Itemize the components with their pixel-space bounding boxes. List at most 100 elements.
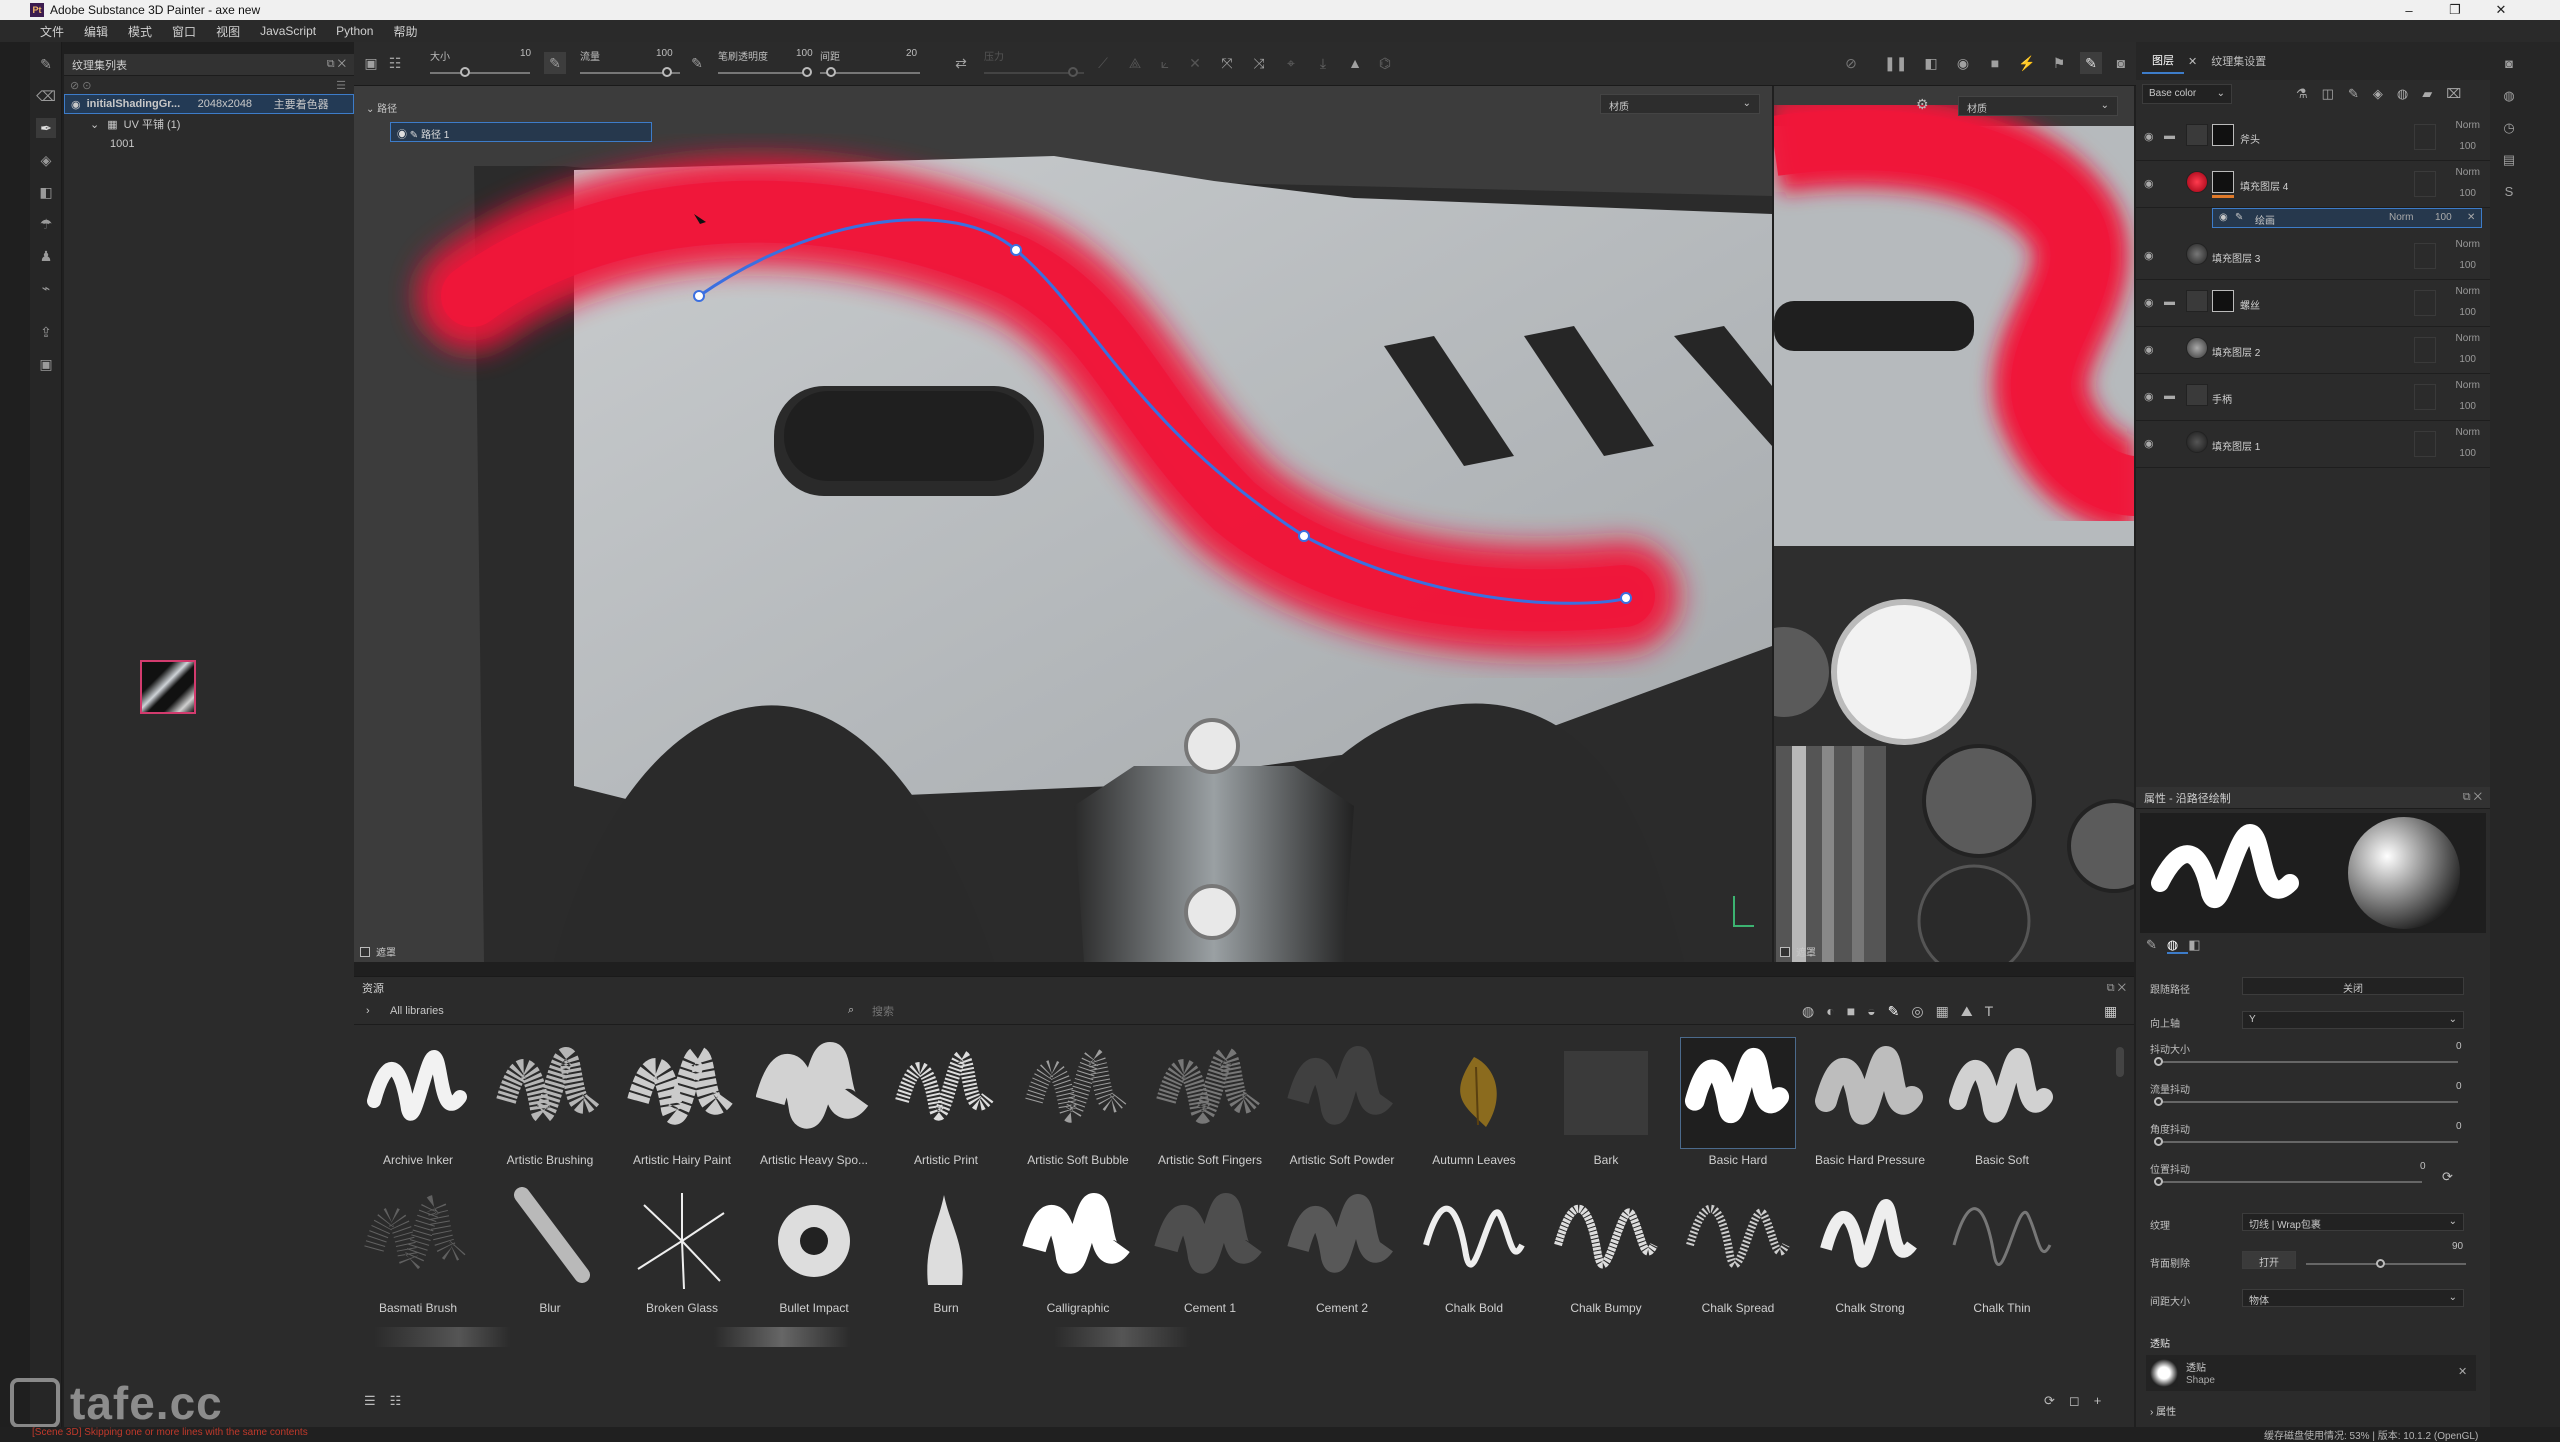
clone-stamp-icon[interactable]: ♟	[36, 246, 56, 266]
flow-slider-knob[interactable]	[662, 67, 672, 77]
mask-effect-row[interactable]: ◉ ✎ 绘画 Norm 100 ✕	[2212, 208, 2482, 228]
layer-blend[interactable]: Norm	[2456, 167, 2480, 178]
brush-item[interactable]: Artistic Heavy Spo...	[750, 1031, 872, 1171]
path-control-point[interactable]	[1298, 530, 1310, 542]
layer-opacity[interactable]: 100	[2459, 307, 2476, 318]
stencil-tab-icon[interactable]: ◧	[2188, 937, 2210, 952]
layer-row[interactable]: ◉ ▬ 斧头 Norm 100	[2136, 114, 2490, 161]
path-paint-icon[interactable]: ✒	[36, 118, 56, 138]
uv-tile-item[interactable]: 1001	[64, 134, 354, 154]
close-icon[interactable]: ✕	[2458, 1365, 2467, 1378]
menu-javascript[interactable]: JavaScript	[260, 24, 316, 38]
search-input[interactable]	[872, 1002, 1272, 1022]
path-control-point[interactable]	[1620, 592, 1632, 604]
scrollbar[interactable]	[2116, 1047, 2124, 1077]
settings-sliders-icon[interactable]: ☷	[384, 52, 406, 74]
brush-item[interactable]: Basmati Brush	[354, 1179, 476, 1319]
add-fill-layer-icon[interactable]: ◈	[2373, 86, 2397, 101]
lazy-mouse-icon[interactable]: ⌬	[1374, 52, 1396, 74]
backface-culling-toggle[interactable]: 打开	[2242, 1251, 2296, 1269]
add-effect-icon[interactable]: ⚗	[2296, 86, 2322, 101]
uv-settings-icon[interactable]: ⚙	[1916, 96, 1929, 113]
spacing-slider-knob[interactable]	[826, 67, 836, 77]
brush-item[interactable]: Basic Soft	[1938, 1031, 2060, 1171]
brush-item[interactable]: Chalk Bumpy	[1542, 1179, 1664, 1319]
chevron-down-icon[interactable]: ⌄	[366, 104, 377, 115]
hide-icon[interactable]: ⊘	[1840, 52, 1862, 74]
brush-item[interactable]: Basic Hard Pressure	[1806, 1031, 1928, 1171]
effect-blend[interactable]: Norm	[2389, 212, 2413, 223]
backface-culling-knob[interactable]	[2376, 1259, 2385, 1268]
chart-icon[interactable]: ⚡	[2016, 52, 2038, 74]
polygon-fill-icon[interactable]: ◧	[36, 182, 56, 202]
brush-item[interactable]: Artistic Soft Powder	[1278, 1031, 1400, 1171]
text-filter-icon[interactable]: T	[1985, 1003, 2006, 1019]
eye-icon[interactable]: ◉	[71, 98, 81, 111]
menu-icon[interactable]: ☰	[336, 79, 346, 92]
particle-filter-icon[interactable]: ◎	[1911, 1003, 1935, 1019]
camera-icon[interactable]: ◙	[2500, 56, 2518, 74]
layer-row[interactable]: ◉ 填充图层 4 Norm 100	[2136, 161, 2490, 208]
path-section[interactable]: ⌄ 路径	[366, 100, 397, 115]
brush-item-selected[interactable]: Basic Hard	[1674, 1031, 1796, 1171]
layer-opacity[interactable]: 100	[2459, 401, 2476, 412]
library-name[interactable]: All libraries	[390, 1005, 444, 1017]
add-folder-icon[interactable]: ▰	[2422, 86, 2446, 101]
layer-mask[interactable]	[2212, 124, 2234, 146]
texture-set-shader[interactable]: 主要着色器	[274, 96, 329, 112]
projection-icon[interactable]: ◈	[36, 150, 56, 170]
minimize-button[interactable]: –	[2386, 0, 2432, 20]
viewport-3d-scene[interactable]	[354, 86, 1772, 962]
smart-material-filter-icon[interactable]: ◐	[1826, 1003, 1846, 1019]
path-flatten-icon[interactable]: ⤓	[1312, 52, 1334, 74]
menu-python[interactable]: Python	[336, 24, 373, 38]
brush-item[interactable]: Burn	[882, 1179, 1004, 1319]
viewport-2d-mask-toggle[interactable]: 遮罩	[1780, 944, 1816, 959]
eye-icon[interactable]: ◉	[397, 130, 410, 141]
viewport-3d-material-dropdown[interactable]: 材质 ⌄	[1600, 94, 1760, 114]
eye-icon[interactable]: ◉	[2144, 249, 2154, 262]
tree-view-icon[interactable]: ☷	[390, 1393, 416, 1408]
layer-mask[interactable]	[2212, 290, 2234, 312]
layer-opacity[interactable]: 100	[2459, 141, 2476, 152]
history-icon[interactable]: ◷	[2500, 120, 2518, 138]
path-control-point[interactable]	[1010, 244, 1022, 256]
layer-row[interactable]: ◉ ▬ 螺丝 Norm 100	[2136, 280, 2490, 327]
uv-tile-group[interactable]: ⌄ ▦ UV 平铺 (1)	[64, 114, 354, 134]
menu-help[interactable]: 帮助	[393, 23, 417, 40]
maximize-button[interactable]: ❐	[2432, 0, 2478, 20]
material-filter-icon[interactable]: ◍	[1802, 1003, 1826, 1019]
viewport-3d[interactable]: ⌄ 路径 ◉ ✎ 路径 1 材质 ⌄ 遮罩	[354, 86, 1772, 962]
image-filter-icon[interactable]: ⛰	[1961, 1003, 1985, 1019]
mask-checkbox[interactable]	[360, 946, 370, 957]
eraser-icon[interactable]: ⌫	[36, 86, 56, 106]
eye-icon[interactable]: ◉	[2144, 343, 2154, 356]
brush-item[interactable]: Artistic Hairy Paint	[618, 1031, 740, 1171]
screenshot-icon[interactable]: ◙	[2110, 52, 2132, 74]
pause-icon[interactable]: ❚❚	[1884, 52, 1907, 74]
eye-icon[interactable]: ◉	[2144, 296, 2154, 309]
swap-icon[interactable]: ⇄	[950, 52, 972, 74]
angle-jitter-value[interactable]: 0	[2456, 1121, 2462, 1132]
flow-value[interactable]: 100	[656, 48, 673, 59]
brush-item[interactable]: Chalk Thin	[1938, 1179, 2060, 1319]
attributes-section[interactable]: › 属性	[2150, 1403, 2176, 1418]
brush-item[interactable]: Chalk Bold	[1410, 1179, 1532, 1319]
grid-view-icon[interactable]: ▦	[2104, 1003, 2117, 1020]
texture-dropdown[interactable]: 切线 | Wrap包裹 ⌄	[2242, 1213, 2464, 1231]
eye-icon[interactable]: ◉	[2144, 390, 2154, 403]
brush-item[interactable]: Bark	[1542, 1031, 1664, 1171]
texture-set-thumbnail[interactable]	[140, 660, 196, 714]
eye-icon[interactable]: ◉	[2144, 177, 2154, 190]
size-slider[interactable]	[430, 72, 530, 74]
texture-set-row[interactable]: ◉ initialShadingGr... 2048x2048 主要着色器	[64, 94, 354, 114]
layer-row[interactable]: ◉ ▬ 手柄 Norm 100	[2136, 374, 2490, 421]
path-item[interactable]: ◉ ✎ 路径 1	[390, 122, 652, 142]
pen-pressure-icon[interactable]: ✎	[544, 52, 566, 74]
log-icon[interactable]: ▤	[2500, 152, 2518, 170]
viewport-3d-mask-toggle[interactable]: 遮罩	[360, 944, 396, 959]
path-transform-icon[interactable]: ⤨	[1248, 52, 1270, 74]
panel-options-icon[interactable]: ⧉ ✕	[2107, 982, 2126, 995]
stencil-slot[interactable]: 透贴 Shape ✕	[2146, 1355, 2476, 1391]
menu-edit[interactable]: 编辑	[84, 23, 108, 40]
